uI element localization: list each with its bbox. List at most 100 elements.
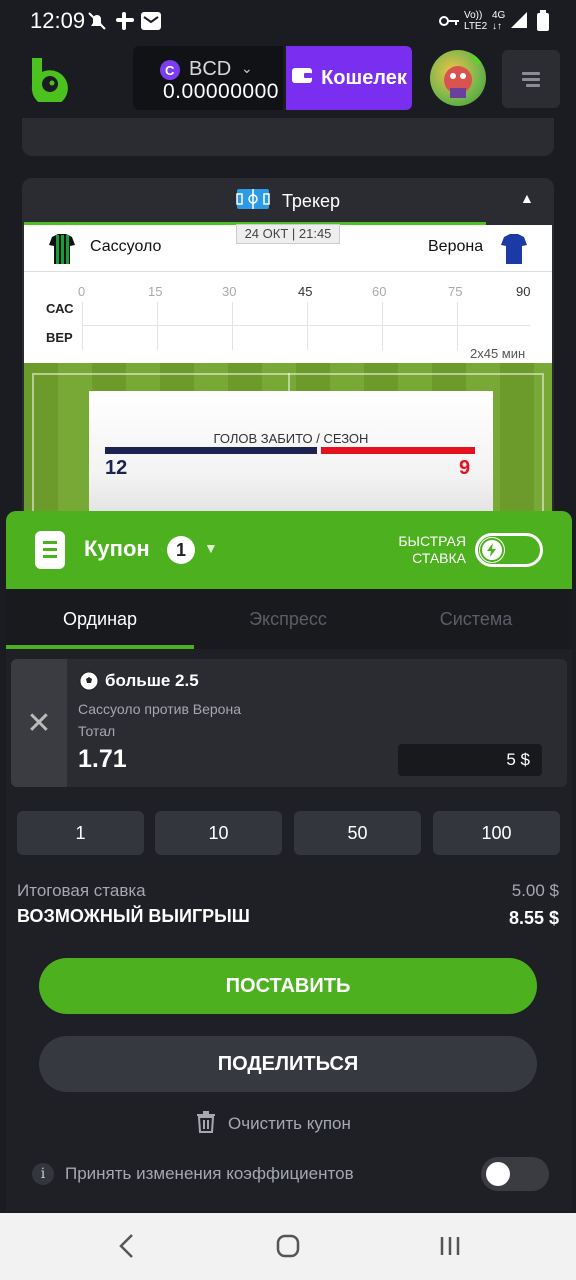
- bc-game-logo-icon[interactable]: [30, 56, 68, 107]
- balance-selector[interactable]: C BCD ⌄ 0.00000000: [133, 46, 283, 110]
- bet-type-tabs: Ординар Экспресс Система: [6, 589, 572, 649]
- fast-bet-toggle[interactable]: [475, 533, 543, 567]
- avatar[interactable]: [430, 50, 486, 106]
- away-stat-value: 9: [459, 457, 471, 479]
- online-status-dot: [472, 52, 484, 64]
- tab-single[interactable]: Ординар: [6, 589, 194, 649]
- match-header: Сассуоло 24 ОКТ | 21:45 Верона: [24, 224, 552, 271]
- fast-bet-label: БЫСТРАЯ СТАВКА: [398, 533, 466, 566]
- timeline-divider: [82, 325, 530, 326]
- close-icon: ✕: [26, 706, 52, 740]
- home-icon[interactable]: [276, 1234, 300, 1263]
- total-stake-label: Итоговая ставка: [17, 881, 146, 900]
- coupon-title: Купон: [84, 536, 150, 561]
- app-header: C BCD ⌄ 0.00000000 Кошелек: [0, 42, 576, 120]
- battery-icon: [532, 10, 554, 32]
- timeline-tick: 60: [372, 284, 387, 299]
- remove-bet-button[interactable]: ✕: [11, 659, 67, 787]
- coupon-header[interactable]: Купон 1 ▼ БЫСТРАЯ СТАВКА: [6, 511, 572, 589]
- away-team-name: Верона: [428, 238, 484, 255]
- coupon-sheet: Купон 1 ▼ БЫСТРАЯ СТАВКА Ординар Экспресс…: [6, 511, 572, 1211]
- balance-amount: 0.00000000: [163, 80, 279, 103]
- svg-text:C: C: [165, 63, 175, 78]
- mail-icon: [140, 10, 162, 32]
- active-tab-indicator: [6, 645, 194, 649]
- wallet-icon: [291, 65, 313, 91]
- place-bet-button[interactable]: ПОСТАВИТЬ: [39, 958, 537, 1014]
- clear-coupon-button[interactable]: Очистить купон: [196, 1110, 351, 1138]
- bet-match: Сассуоло против Верона: [78, 701, 241, 717]
- network-indicator: 4G ↓↑: [492, 10, 506, 32]
- bet-market: Тотал: [78, 723, 116, 739]
- bet-card: ✕ больше 2.5 Сассуоло против Верона Тота…: [11, 659, 567, 787]
- recent-apps-icon[interactable]: [438, 1235, 462, 1262]
- info-icon[interactable]: i: [32, 1163, 54, 1185]
- tab-system[interactable]: Система: [382, 589, 570, 649]
- tracker-header[interactable]: Трекер: [22, 178, 554, 224]
- share-button[interactable]: ПОДЕЛИТЬСЯ: [39, 1036, 537, 1092]
- potential-win-value: 8.55 $: [508, 908, 559, 928]
- match-duration: 2х45 мин: [470, 346, 526, 361]
- stake-input[interactable]: 5 $: [398, 744, 542, 776]
- football-field-icon: [236, 188, 270, 215]
- currency-label: BCD: [189, 58, 232, 80]
- timeline-tick: 15: [148, 284, 163, 299]
- coupon-count-badge: 1: [167, 536, 195, 564]
- away-row-label: ВЕР: [46, 330, 73, 345]
- away-stat-bar: [321, 447, 475, 454]
- timeline-tick: 75: [448, 284, 463, 299]
- signal-icon: [508, 10, 530, 32]
- menu-button[interactable]: [502, 50, 560, 108]
- quick-amount-button[interactable]: 10: [155, 811, 282, 855]
- timeline-grid: [82, 302, 530, 350]
- wallet-button[interactable]: Кошелек: [286, 46, 412, 110]
- slack-icon: [114, 10, 136, 32]
- wallet-label: Кошелек: [321, 66, 407, 89]
- tab-express[interactable]: Экспресс: [194, 589, 382, 649]
- potential-win-label: ВОЗМОЖНЫЙ ВЫИГРЫШ: [17, 906, 250, 926]
- dropdown-arrow-icon[interactable]: ▼: [204, 540, 218, 556]
- timeline-tick: 45: [298, 284, 313, 299]
- tracker-title: Трекер: [281, 190, 341, 211]
- timeline-tick: 30: [222, 284, 237, 299]
- accept-changes-label: Принять изменения коэффициентов: [65, 1164, 354, 1183]
- accept-changes-toggle[interactable]: [481, 1157, 549, 1191]
- volte-indicator: Vo)) LTE2: [464, 10, 488, 32]
- quick-amount-button[interactable]: 50: [294, 811, 421, 855]
- trash-icon: [196, 1110, 216, 1138]
- home-team-name: Сассуоло: [90, 238, 162, 255]
- stat-title: ГОЛОВ ЗАБИТО / СЕЗОН: [213, 431, 369, 446]
- timeline-tick: 0: [78, 284, 86, 299]
- collapse-arrow-icon[interactable]: ▲: [520, 190, 534, 206]
- chevron-down-icon: ⌄: [241, 60, 253, 76]
- soccer-ball-icon: [79, 671, 99, 696]
- football-field: ГОЛОВ ЗАБИТО / СЕЗОН 12 9: [24, 363, 552, 518]
- home-stat-value: 12: [105, 457, 128, 479]
- coupon-icon: [34, 530, 66, 575]
- toggle-knob: [486, 1162, 510, 1186]
- bcd-coin-icon: C: [160, 60, 180, 80]
- match-datetime: 24 ОКТ | 21:45: [236, 224, 340, 244]
- status-bar: 12:09 Vo)) LTE2 4G ↓↑: [0, 0, 576, 42]
- home-stat-bar: [105, 447, 317, 454]
- match-timeline: 0 15 30 45 60 75 90 САС ВЕР 2х45 мин: [24, 271, 552, 363]
- back-icon[interactable]: [116, 1233, 138, 1264]
- quick-amount-button[interactable]: 100: [433, 811, 560, 855]
- quick-amount-button[interactable]: 1: [17, 811, 144, 855]
- timeline-tick: 90: [516, 284, 531, 299]
- bet-selection: больше 2.5: [105, 671, 199, 690]
- menu-icon: [522, 72, 540, 87]
- lightning-icon: [479, 537, 505, 563]
- total-stake-value: 5.00 $: [511, 881, 559, 900]
- match-tracker: Трекер ▲ Сассуоло 24 ОКТ | 21:45 Верона …: [22, 178, 554, 518]
- goals-stat-card: ГОЛОВ ЗАБИТО / СЕЗОН 12 9: [89, 391, 493, 518]
- clear-coupon-label: Очистить купон: [228, 1114, 351, 1133]
- system-nav-bar: [0, 1213, 576, 1280]
- home-jersey-icon: [48, 233, 76, 270]
- home-row-label: САС: [46, 301, 74, 316]
- away-jersey-icon: [500, 233, 528, 270]
- previous-card: [22, 118, 554, 156]
- bet-odds: 1.71: [78, 745, 127, 773]
- key-icon: [438, 10, 460, 32]
- status-time: 12:09: [30, 8, 86, 33]
